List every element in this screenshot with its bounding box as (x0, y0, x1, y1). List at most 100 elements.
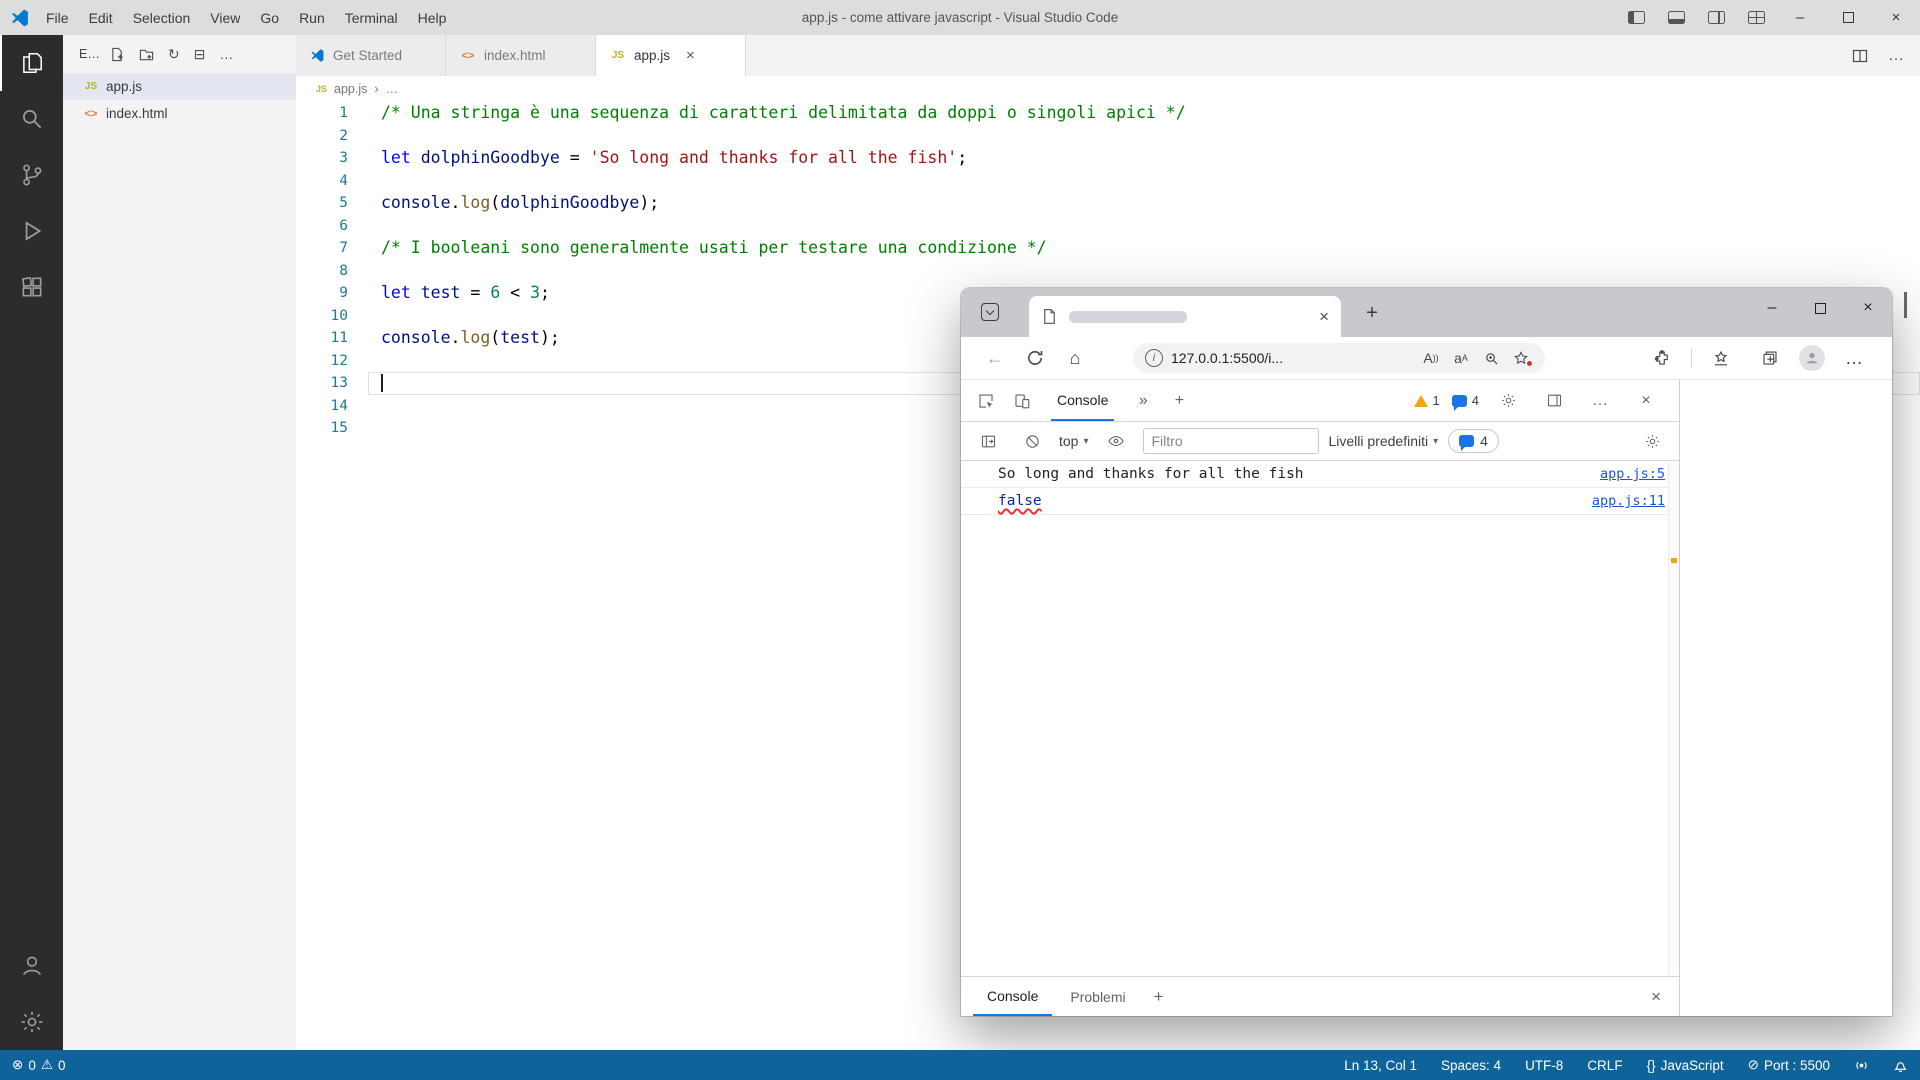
eol-sequence[interactable]: CRLF (1587, 1058, 1622, 1073)
refresh-icon[interactable] (1015, 340, 1055, 376)
more-actions-icon[interactable]: … (219, 47, 233, 61)
more-tabs-icon[interactable]: » (1126, 384, 1160, 418)
breadcrumb[interactable]: JS app.js › … (296, 76, 1920, 102)
live-server-port[interactable]: ⊘ Port : 5500 (1748, 1057, 1830, 1073)
toggle-secondary-sidebar-icon[interactable] (1696, 0, 1736, 35)
drawer-add-icon[interactable]: + (1144, 987, 1174, 1007)
console-settings-icon[interactable] (1635, 424, 1669, 458)
home-icon[interactable]: ⌂ (1055, 340, 1095, 376)
device-toolbar-icon[interactable] (1005, 384, 1039, 418)
browser-close-button[interactable]: × (1844, 288, 1892, 328)
new-tab-icon[interactable]: + (1357, 298, 1387, 328)
tab-close-icon[interactable]: × (1319, 307, 1329, 327)
messages-badge[interactable]: 4 (1452, 393, 1479, 408)
dock-side-icon[interactable] (1537, 384, 1571, 418)
context-selector[interactable]: top ▾ (1059, 433, 1089, 449)
cursor-position[interactable]: Ln 13, Col 1 (1344, 1058, 1417, 1073)
close-icon[interactable]: × (686, 47, 695, 64)
code-line[interactable]: 3let dolphinGoodbye = 'So long and thank… (296, 147, 1920, 170)
site-info-icon[interactable]: i (1145, 349, 1163, 367)
language-mode[interactable]: {} JavaScript (1647, 1058, 1724, 1073)
code-line[interactable]: 4 (296, 170, 1920, 193)
favorites-bar-icon[interactable] (1701, 340, 1741, 376)
file-row-app-js[interactable]: app.js (63, 73, 296, 100)
translate-icon[interactable]: aA (1449, 350, 1473, 366)
extensions-puzzle-icon[interactable] (1642, 340, 1682, 376)
run-debug-icon[interactable] (0, 203, 63, 259)
warnings-badge[interactable]: 1 (1414, 393, 1440, 408)
toggle-panel-icon[interactable] (1656, 0, 1696, 35)
code-line[interactable]: 2 (296, 125, 1920, 148)
toggle-sidebar-icon[interactable] (1616, 0, 1656, 35)
devtools-more-icon[interactable]: … (1583, 384, 1617, 418)
notifications-bell-icon[interactable] (1893, 1058, 1908, 1073)
menu-item[interactable]: Terminal (335, 0, 408, 35)
profile-avatar[interactable] (1799, 345, 1825, 371)
settings-gear-icon[interactable] (0, 994, 63, 1050)
vscode-minimize-button[interactable]: – (1776, 0, 1824, 35)
drawer-tab-console[interactable]: Console (973, 977, 1052, 1016)
favorite-star-icon[interactable] (1509, 350, 1533, 366)
clear-console-icon[interactable] (1015, 424, 1049, 458)
collections-icon[interactable] (1750, 340, 1790, 376)
browser-tab[interactable]: × (1029, 296, 1341, 337)
menu-item[interactable]: Run (289, 0, 335, 35)
zoom-icon[interactable] (1479, 351, 1503, 366)
tab-index-html[interactable]: index.html (446, 35, 596, 76)
collapse-folders-icon[interactable]: ⊟ (194, 47, 206, 61)
read-aloud-icon[interactable]: A)) (1419, 350, 1443, 366)
search-icon[interactable] (0, 91, 63, 147)
menu-item[interactable]: Selection (123, 0, 201, 35)
browser-more-icon[interactable]: … (1834, 340, 1874, 376)
new-folder-icon[interactable] (139, 47, 154, 62)
code-line[interactable]: 6 (296, 215, 1920, 238)
inspect-icon[interactable] (969, 384, 1003, 418)
source-control-icon[interactable] (0, 147, 63, 203)
customize-layout-icon[interactable] (1736, 0, 1776, 35)
toolbar-messages-badge[interactable]: 4 (1448, 429, 1499, 453)
drawer-close-icon[interactable]: × (1651, 987, 1667, 1007)
indentation[interactable]: Spaces: 4 (1441, 1058, 1501, 1073)
code-line[interactable]: 8 (296, 260, 1920, 283)
encoding[interactable]: UTF-8 (1525, 1058, 1563, 1073)
menu-item[interactable]: Edit (79, 0, 123, 35)
tab-app-js[interactable]: app.js × (596, 35, 746, 76)
browser-minimize-button[interactable]: – (1748, 288, 1796, 328)
menu-item[interactable]: Help (408, 0, 457, 35)
address-bar[interactable]: i 127.0.0.1:5500/i... A)) aA (1133, 343, 1545, 373)
code-line[interactable]: 7/* I booleani sono generalmente usati p… (296, 237, 1920, 260)
browser-maximize-button[interactable] (1796, 288, 1844, 328)
new-file-icon[interactable] (110, 47, 125, 62)
drawer-tab-problemi[interactable]: Problemi (1056, 977, 1139, 1016)
devtools-settings-icon[interactable] (1491, 384, 1525, 418)
account-icon[interactable] (0, 938, 63, 994)
back-icon[interactable]: ← (975, 340, 1015, 376)
tab-get-started[interactable]: Get Started (296, 35, 446, 76)
code-line[interactable]: 1/* Una stringa è una sequenza di caratt… (296, 102, 1920, 125)
menu-item[interactable]: View (200, 0, 250, 35)
extensions-icon[interactable] (0, 259, 63, 315)
vscode-close-button[interactable]: × (1872, 0, 1920, 35)
vscode-maximize-button[interactable] (1824, 0, 1872, 35)
add-tab-icon[interactable]: + (1162, 384, 1196, 418)
page-viewport[interactable] (1681, 380, 1892, 1016)
url-text[interactable]: 127.0.0.1:5500/i... (1171, 350, 1283, 366)
menu-item[interactable]: Go (250, 0, 289, 35)
file-row-index-html[interactable]: index.html (63, 100, 296, 127)
breadcrumb-file[interactable]: app.js (334, 82, 367, 96)
live-expression-eye-icon[interactable] (1099, 424, 1133, 458)
devtools-scrollbar[interactable] (1668, 462, 1679, 975)
menu-item[interactable]: File (36, 0, 79, 35)
console-filter-input[interactable] (1143, 428, 1319, 454)
log-levels-selector[interactable]: Livelli predefiniti ▾ (1329, 433, 1439, 449)
broadcast-icon[interactable] (1854, 1058, 1869, 1073)
problems-indicator[interactable]: ⊗ 0 ⚠ 0 (12, 1057, 65, 1073)
devtools-tab-console[interactable]: Console (1051, 380, 1114, 421)
source-link[interactable]: app.js:11 (1592, 493, 1665, 509)
refresh-icon[interactable]: ↻ (168, 47, 180, 61)
editor-more-icon[interactable]: … (1888, 47, 1904, 65)
source-link[interactable]: app.js:5 (1600, 466, 1665, 482)
console-sidebar-icon[interactable] (971, 424, 1005, 458)
devtools-close-icon[interactable]: × (1629, 384, 1663, 418)
split-editor-icon[interactable] (1852, 48, 1868, 64)
